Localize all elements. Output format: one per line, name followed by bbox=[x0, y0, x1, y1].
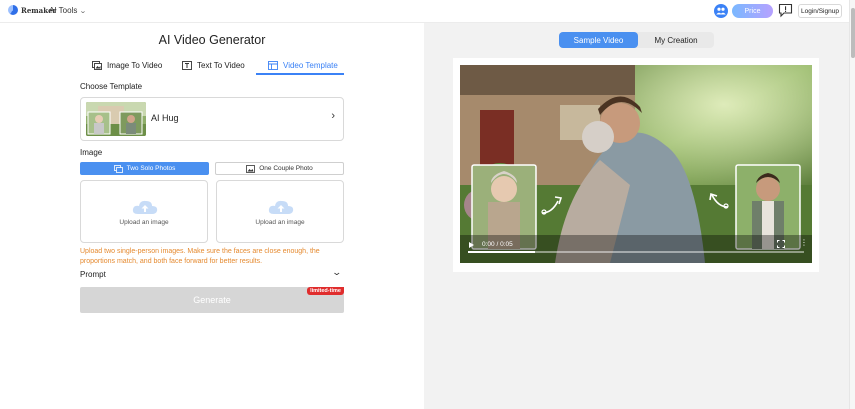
video-progress-fill bbox=[468, 251, 536, 253]
community-button[interactable] bbox=[714, 4, 728, 18]
ai-tools-label: AI Tools bbox=[49, 6, 78, 15]
fullscreen-icon[interactable] bbox=[777, 240, 785, 248]
preview-panel: Sample Video My Creation 0:00 / 0:05 ⋮ bbox=[424, 23, 849, 409]
tab-label: Image To Video bbox=[107, 61, 163, 70]
one-couple-photo-option[interactable]: One Couple Photo bbox=[215, 162, 344, 175]
upload-image-box-2[interactable]: Upload an image bbox=[216, 180, 344, 243]
feedback-icon bbox=[778, 3, 793, 18]
template-selector[interactable]: AI Hug › bbox=[80, 97, 344, 141]
ai-tools-menu[interactable]: AI Tools ⌄ bbox=[49, 6, 88, 15]
choose-template-label: Choose Template bbox=[80, 82, 143, 91]
video-time: 0:00 / 0:05 bbox=[482, 241, 513, 248]
prompt-expand-chevron-icon[interactable]: ⌄ bbox=[331, 267, 342, 278]
tab-bar: Image To Video Text To Video Video Templ… bbox=[80, 57, 344, 75]
limited-time-badge: limited-time bbox=[307, 287, 344, 295]
cloud-upload-icon bbox=[132, 200, 158, 214]
generate-button[interactable]: Generate bbox=[80, 287, 344, 313]
tab-video-template[interactable]: Video Template bbox=[268, 57, 338, 74]
video-progress-bar[interactable] bbox=[468, 251, 804, 253]
image-section-label: Image bbox=[80, 148, 103, 157]
play-icon[interactable] bbox=[469, 242, 474, 248]
template-name: AI Hug bbox=[151, 113, 179, 123]
video-card: 0:00 / 0:05 ⋮ bbox=[453, 58, 819, 272]
tab-label: Text To Video bbox=[197, 61, 245, 70]
chevron-right-icon: › bbox=[331, 110, 335, 122]
users-icon bbox=[716, 7, 726, 15]
cloud-upload-icon bbox=[268, 200, 294, 214]
photo-icon bbox=[246, 164, 256, 173]
upload-label: Upload an image bbox=[255, 219, 305, 226]
feedback-button[interactable] bbox=[778, 3, 793, 18]
tab-my-creation[interactable]: My Creation bbox=[638, 32, 714, 48]
sample-video-player[interactable]: 0:00 / 0:05 ⋮ bbox=[460, 65, 812, 263]
login-signup-button[interactable]: Login/Signup bbox=[798, 4, 842, 18]
upload-label: Upload an image bbox=[119, 219, 169, 226]
generator-panel: AI Video Generator Image To Video Text T… bbox=[0, 23, 424, 409]
more-options-icon[interactable]: ⋮ bbox=[800, 239, 808, 247]
image-icon bbox=[92, 61, 102, 70]
photos-icon bbox=[113, 164, 123, 173]
page-title: AI Video Generator bbox=[158, 33, 266, 47]
template-thumbnail bbox=[86, 102, 146, 136]
tab-text-to-video[interactable]: Text To Video bbox=[182, 57, 245, 74]
video-controls: 0:00 / 0:05 ⋮ bbox=[460, 239, 812, 263]
text-icon bbox=[182, 61, 192, 70]
option-label: Two Solo Photos bbox=[126, 165, 176, 172]
chevron-down-icon: ⌄ bbox=[79, 7, 88, 15]
video-frame bbox=[460, 65, 812, 263]
active-tab-indicator bbox=[256, 73, 344, 75]
upload-hint: Upload two single-person images. Make su… bbox=[80, 248, 320, 265]
upload-image-box-1[interactable]: Upload an image bbox=[80, 180, 208, 243]
tab-sample-video[interactable]: Sample Video bbox=[559, 32, 638, 48]
two-solo-photos-option[interactable]: Two Solo Photos bbox=[80, 162, 209, 175]
scrollbar-thumb[interactable] bbox=[851, 8, 855, 58]
tab-label: Video Template bbox=[283, 61, 338, 70]
price-button[interactable]: Price bbox=[732, 4, 773, 18]
prompt-label: Prompt bbox=[80, 270, 106, 279]
tab-image-to-video[interactable]: Image To Video bbox=[92, 57, 162, 74]
template-icon bbox=[268, 61, 278, 70]
option-label: One Couple Photo bbox=[259, 165, 313, 172]
page-scrollbar[interactable] bbox=[849, 0, 855, 409]
top-bar: Remaker AI Tools ⌄ Price Login/Signup bbox=[0, 0, 855, 23]
remaker-logo-icon bbox=[8, 5, 18, 15]
preview-tab-switch: Sample Video My Creation bbox=[559, 32, 714, 48]
